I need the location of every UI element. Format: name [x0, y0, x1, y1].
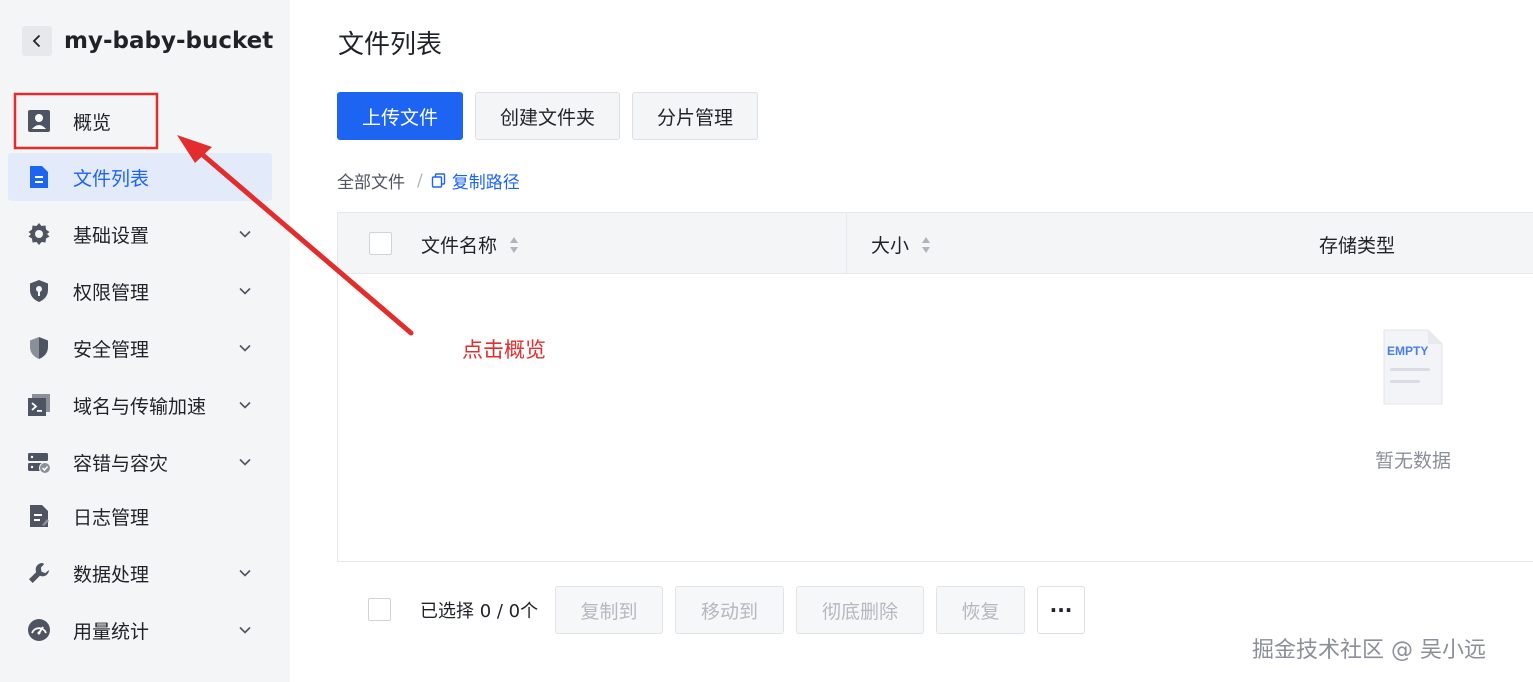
sidebar-item-label: 基础设置	[73, 224, 150, 247]
chevron-down-icon	[239, 401, 251, 409]
move-to-button[interactable]: 移动到	[675, 586, 784, 634]
sidebar-item-label: 安全管理	[73, 338, 150, 361]
table-header: 文件名称 大小 存储类型	[338, 213, 1533, 274]
column-header-label: 大小	[871, 235, 910, 257]
bucket-header: my-baby-bucket	[22, 24, 273, 58]
breadcrumb-all-files[interactable]: 全部文件	[337, 168, 405, 193]
breadcrumb-separator: /	[417, 170, 423, 191]
copy-to-button[interactable]: 复制到	[555, 586, 663, 634]
wrench-icon	[26, 560, 52, 586]
page-title: 文件列表	[338, 30, 443, 60]
sidebar-item-data-processing[interactable]: 数据处理	[8, 549, 272, 597]
delete-forever-button[interactable]: 彻底删除	[796, 586, 924, 634]
back-button[interactable]	[22, 26, 52, 56]
empty-state-text: 暂无数据	[1374, 450, 1451, 472]
column-divider	[846, 213, 847, 273]
more-actions-button[interactable]: ···	[1037, 586, 1085, 634]
batch-action-bar: 已选择 0 / 0个 复制到 移动到 彻底删除 恢复 ···	[337, 585, 1137, 634]
chevron-down-icon	[239, 344, 251, 352]
sidebar-item-fault-tolerance[interactable]: 容错与容灾	[8, 438, 272, 486]
column-header-storage-type: 存储类型	[1319, 231, 1395, 258]
copy-path-label: 复制路径	[451, 173, 520, 193]
bucket-name: my-baby-bucket	[64, 28, 274, 54]
sidebar-item-permissions[interactable]: 权限管理	[8, 267, 272, 315]
sidebar-item-overview[interactable]: 概览	[8, 97, 272, 145]
selected-count: 已选择 0 / 0个	[420, 601, 539, 622]
sidebar-item-label: 概览	[73, 111, 112, 134]
terminal-icon	[26, 392, 52, 418]
chevron-down-icon	[239, 569, 251, 577]
column-header-size: 大小	[871, 231, 931, 258]
shield-icon	[26, 335, 52, 361]
chevron-left-icon	[32, 34, 41, 48]
toolbar: 上传文件 创建文件夹 分片管理	[337, 92, 759, 140]
file-icon	[26, 164, 52, 190]
copy-icon	[431, 173, 445, 188]
ellipsis-icon: ···	[1049, 598, 1073, 622]
chevron-down-icon	[239, 287, 251, 295]
multipart-management-button[interactable]: 分片管理	[632, 92, 759, 140]
sidebar-item-label: 日志管理	[73, 506, 150, 529]
select-all-checkbox-footer[interactable]	[368, 598, 391, 621]
annotation-text: 点击概览	[462, 338, 546, 362]
restore-button[interactable]: 恢复	[936, 586, 1025, 634]
shield-keyhole-icon	[26, 278, 52, 304]
breadcrumb: 全部文件 / 复制路径	[337, 168, 520, 194]
sidebar-item-label: 数据处理	[73, 563, 150, 586]
sidebar-item-label: 文件列表	[73, 167, 150, 190]
chevron-down-icon	[239, 230, 251, 238]
empty-state: EMPTY 暂无数据	[1368, 328, 1458, 473]
chevron-down-icon	[239, 626, 251, 634]
user-card-icon	[26, 108, 52, 134]
log-file-icon	[26, 503, 52, 529]
sort-icon[interactable]	[921, 235, 931, 255]
sidebar-item-basic-settings[interactable]: 基础设置	[8, 210, 272, 258]
column-header-name: 文件名称	[421, 231, 519, 258]
sidebar-item-label: 域名与传输加速	[73, 395, 207, 418]
sidebar-nav: 概览 文件列表 基础设置 权限管理 安全管理 域名与传输加速 容错与容灾 日志管…	[8, 95, 272, 654]
sidebar-item-domain-acceleration[interactable]: 域名与传输加速	[8, 381, 272, 429]
sidebar: my-baby-bucket 概览 文件列表 基础设置 权限管理 安全管理 域名…	[0, 0, 290, 682]
server-check-icon	[26, 449, 52, 475]
sidebar-item-label: 容错与容灾	[73, 452, 169, 475]
empty-image-text: EMPTY	[1387, 344, 1428, 358]
sidebar-item-logs[interactable]: 日志管理	[8, 492, 272, 540]
copy-path-link[interactable]: 复制路径	[431, 168, 520, 193]
chevron-down-icon	[239, 458, 251, 466]
create-folder-button[interactable]: 创建文件夹	[475, 92, 621, 140]
column-header-label: 存储类型	[1319, 235, 1396, 257]
column-header-label: 文件名称	[421, 235, 498, 257]
file-table: 文件名称 大小 存储类型 EMPTY 暂无数据	[337, 212, 1533, 562]
sidebar-item-security[interactable]: 安全管理	[8, 324, 272, 372]
watermark: 掘金技术社区 @ 吴小远	[1252, 638, 1486, 663]
sidebar-item-usage-stats[interactable]: 用量统计	[8, 606, 272, 654]
gear-icon	[26, 221, 52, 247]
upload-file-button[interactable]: 上传文件	[337, 92, 464, 140]
empty-document-icon: EMPTY	[1383, 329, 1443, 405]
gauge-icon	[26, 617, 52, 643]
sidebar-item-label: 权限管理	[73, 281, 150, 304]
sort-icon[interactable]	[509, 235, 519, 255]
select-all-checkbox[interactable]	[369, 232, 392, 255]
sidebar-item-file-list[interactable]: 文件列表	[8, 153, 272, 201]
sidebar-item-label: 用量统计	[73, 620, 150, 643]
